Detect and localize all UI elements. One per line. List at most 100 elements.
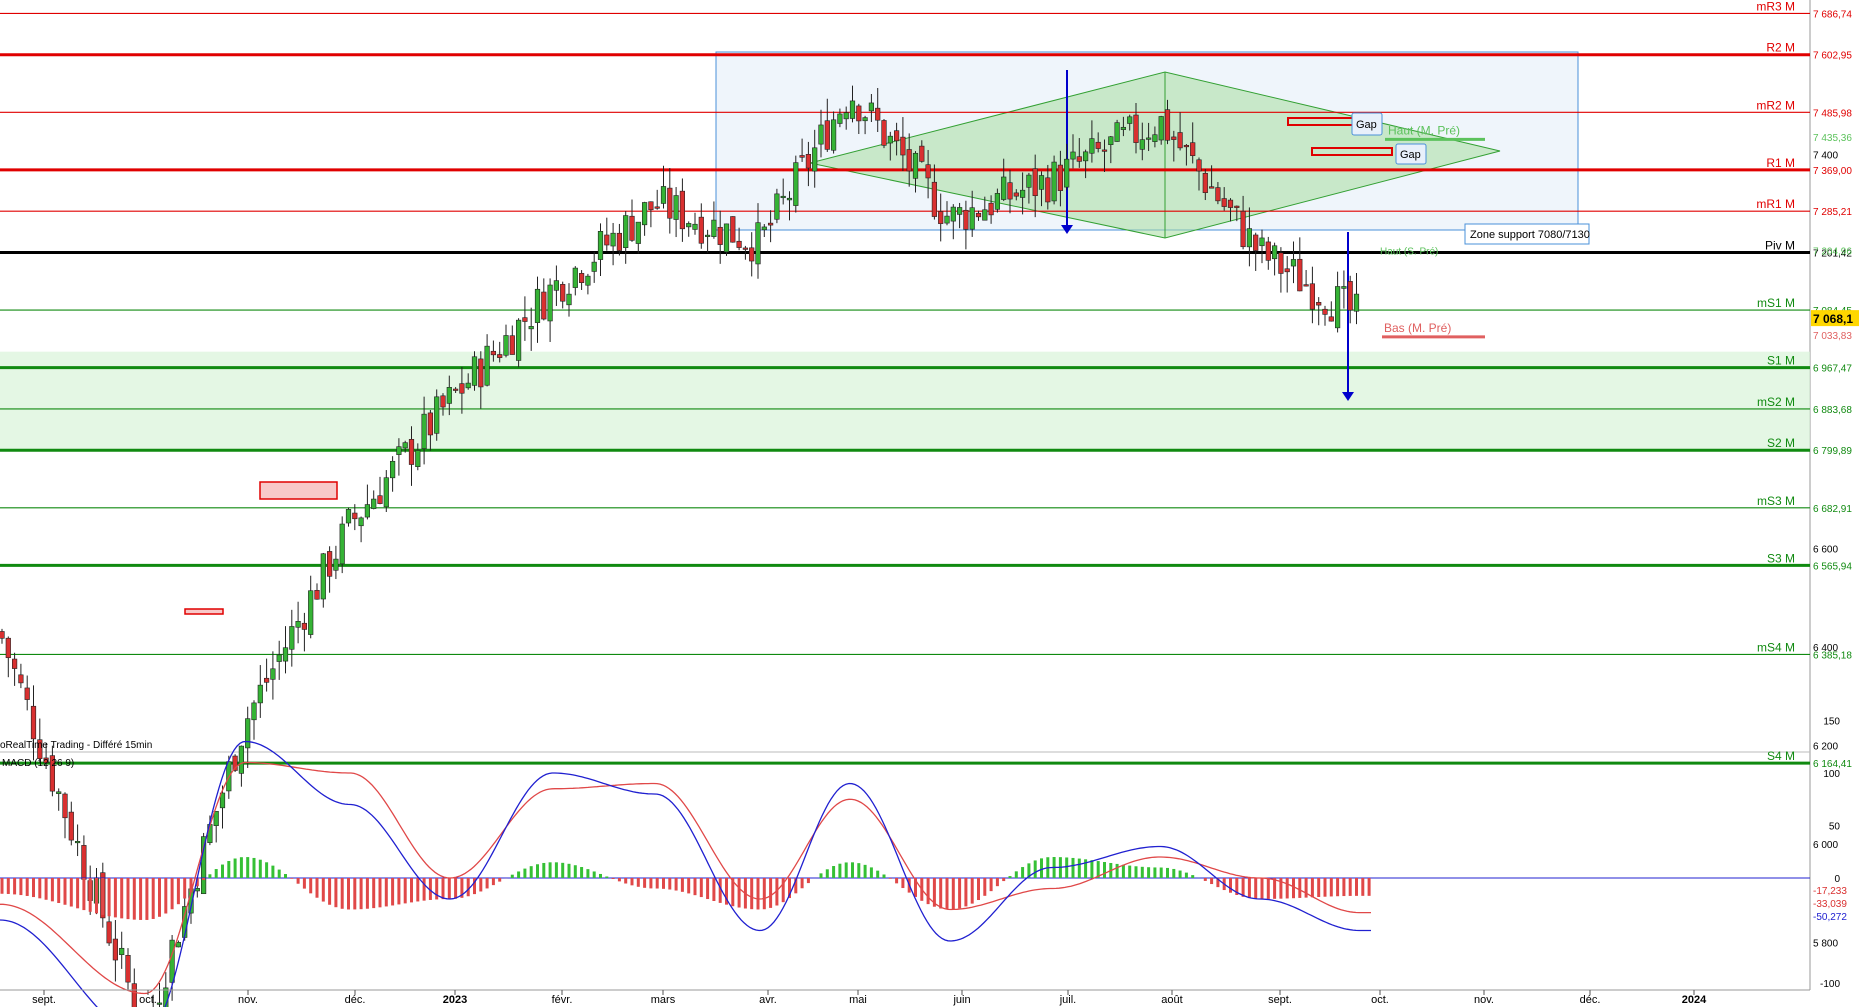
- candle: [566, 293, 572, 306]
- candle: [1183, 145, 1189, 148]
- macd-histogram-bar: [139, 878, 143, 920]
- candle: [988, 202, 994, 216]
- candle: [1278, 252, 1284, 274]
- macd-histogram-bar: [1153, 867, 1157, 878]
- macd-histogram-bar: [825, 869, 829, 878]
- candle: [238, 745, 245, 774]
- candle: [245, 718, 251, 749]
- macd-histogram-bar: [372, 878, 376, 909]
- axis-value: 7 033,83: [1813, 331, 1852, 342]
- candle: [1032, 168, 1038, 197]
- macd-histogram-bar: [1071, 857, 1075, 878]
- macd-histogram-bar: [290, 878, 294, 879]
- candle: [1164, 109, 1171, 141]
- macd-histogram-bar: [1304, 878, 1308, 898]
- candle: [75, 841, 81, 844]
- candle: [843, 112, 849, 120]
- candle: [326, 551, 333, 577]
- x-tick-label: juil.: [1059, 994, 1077, 1006]
- pivot-label: mR2 M: [1756, 98, 1795, 112]
- macd-histogram-bar: [1065, 857, 1069, 878]
- macd-histogram-bar: [1008, 876, 1012, 878]
- candle: [679, 190, 685, 230]
- macd-histogram-bar: [624, 878, 628, 884]
- source-watermark: oRealTime Trading - Différé 15min: [0, 740, 152, 751]
- gap-label: Gap: [1356, 119, 1377, 131]
- macd-histogram-bar: [649, 878, 653, 889]
- candle: [868, 102, 874, 112]
- pivot-value: 6 883,68: [1813, 405, 1852, 416]
- candle: [1127, 116, 1133, 124]
- candle: [1152, 134, 1158, 142]
- macd-histogram-bar: [202, 878, 206, 881]
- macd-histogram-bar: [762, 878, 766, 910]
- macd-histogram-bar: [88, 878, 92, 912]
- macd-histogram-bar: [466, 878, 470, 897]
- candle: [887, 135, 893, 144]
- macd-histogram-bar: [1367, 878, 1371, 896]
- macd-histogram-bar: [605, 876, 609, 878]
- candle: [862, 117, 868, 122]
- candle: [893, 130, 900, 142]
- macd-histogram-bar: [454, 878, 458, 899]
- candle: [434, 396, 440, 434]
- x-tick-label: août: [1161, 994, 1182, 1006]
- candle: [560, 284, 566, 302]
- macd-histogram-bar: [397, 878, 401, 905]
- candle: [774, 193, 780, 220]
- macd-histogram-bar: [851, 862, 854, 878]
- macd-histogram-bar: [57, 878, 61, 904]
- candle: [56, 791, 62, 794]
- candle: [30, 705, 37, 740]
- candle: [1259, 237, 1265, 247]
- macd-histogram-bar: [214, 869, 218, 878]
- x-tick-label: juin: [952, 994, 970, 1006]
- macd-histogram-bar: [580, 867, 584, 878]
- candle: [780, 195, 786, 199]
- candle: [364, 504, 371, 518]
- macd-histogram-bar: [410, 878, 413, 903]
- x-tick-label: déc.: [1580, 994, 1601, 1006]
- pivot-label: mS3 M: [1757, 494, 1795, 508]
- candle: [742, 247, 748, 250]
- macd-histogram-bar: [50, 878, 54, 902]
- candle: [610, 232, 616, 247]
- macd-histogram-bar: [1329, 878, 1333, 897]
- macd-histogram-bar: [1140, 866, 1144, 878]
- x-tick-label: avr.: [759, 994, 777, 1006]
- macd-histogram-bar: [265, 862, 269, 878]
- macd-histogram-bar: [1323, 878, 1327, 897]
- candle: [257, 684, 263, 704]
- macd-tick-label: 0: [1834, 874, 1840, 885]
- candle: [402, 442, 408, 449]
- candle: [0, 631, 5, 639]
- candle: [698, 216, 704, 244]
- candle: [427, 412, 434, 436]
- macd-histogram-bar: [554, 862, 558, 878]
- macd-histogram-bar: [1254, 878, 1258, 899]
- macd-histogram-bar: [384, 878, 388, 907]
- candle: [68, 811, 74, 841]
- candle: [963, 209, 969, 230]
- candle: [1101, 149, 1108, 152]
- macd-histogram-bar: [939, 878, 943, 909]
- macd-histogram-bar: [258, 859, 262, 878]
- macd-histogram-bar: [1121, 864, 1125, 878]
- macd-histogram-bar: [1172, 868, 1176, 878]
- candle: [1290, 259, 1297, 267]
- macd-histogram-bar: [1021, 867, 1025, 878]
- macd-histogram-bar: [485, 878, 489, 889]
- macd-histogram-bar: [1229, 878, 1232, 893]
- candle: [1133, 114, 1139, 143]
- macd-histogram-bar: [76, 878, 80, 909]
- macd-histogram-bar: [1260, 878, 1264, 899]
- candle: [925, 164, 931, 179]
- macd-histogram-bar: [334, 878, 338, 908]
- candle: [1240, 210, 1246, 248]
- candle: [1070, 151, 1076, 160]
- macd-histogram-bar: [1191, 875, 1195, 878]
- macd-histogram-bar: [869, 867, 873, 878]
- candle: [1013, 192, 1019, 197]
- macd-histogram-bar: [1014, 871, 1018, 878]
- candle: [1158, 116, 1164, 141]
